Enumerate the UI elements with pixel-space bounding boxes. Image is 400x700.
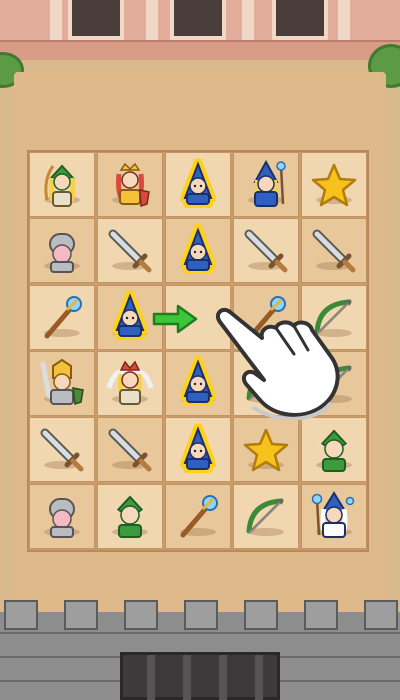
iron-sword-icon [244,229,288,273]
castle-pillar [242,0,254,44]
board-cell-r4-c2[interactable] [165,417,231,483]
blue-wizard-icon [183,160,213,205]
blue-sorcerer-hero-icon [253,159,286,207]
castle-pillar [50,0,62,44]
castle-facade [0,0,400,60]
archer-elf-hero-icon [44,164,76,207]
board-cell-r1-c4[interactable] [301,218,367,284]
iron-sword-icon [108,229,152,273]
board-cell-r1-c2[interactable] [165,218,231,284]
blue-wizard-icon [183,227,213,271]
board-cell-r3-c1[interactable] [97,350,163,416]
warrior-knight-hero-icon [40,359,84,406]
board-cell-r4-c1[interactable] [97,417,163,483]
board-cell-r2-c0[interactable] [29,284,95,350]
archmage-hero-icon [311,491,355,539]
board-cell-r4-c0[interactable] [29,417,95,483]
merlon [4,600,38,630]
paladin-queen-hero-icon [116,162,150,207]
board-cell-r0-c4[interactable] [301,152,367,217]
knight-helmet-icon [49,232,75,273]
castle-pillar [146,0,158,44]
castle-pillar [338,0,350,44]
board-cell-r5-c1[interactable] [97,483,163,549]
green-arrow-right-icon [152,304,198,334]
board-cell-r4-c3[interactable] [233,417,299,483]
castle-window [170,0,226,40]
iron-sword-icon [312,229,356,273]
magic-staff-icon [180,495,218,538]
board-cell-r1-c1[interactable] [97,218,163,284]
valkyrie-hero-icon [106,361,154,406]
board-cell-r4-c4[interactable] [301,417,367,483]
knight-helmet-icon [49,498,75,539]
merlon [184,600,218,630]
bow-crossbow-icon [246,498,284,534]
board-cell-r5-c0[interactable] [29,483,95,549]
board-cell-r0-c3[interactable] [233,152,299,217]
elf-ranger-icon [112,495,148,539]
elf-ranger-icon [316,429,352,472]
merlon [64,600,98,630]
blue-wizard-icon [183,426,213,470]
board-cell-r5-c3[interactable] [233,483,299,549]
board-cell-r5-c2[interactable] [165,483,231,549]
board-cell-r5-c4[interactable] [301,483,367,549]
board-cell-r3-c0[interactable] [29,350,95,416]
pointing-hand-icon [215,307,340,420]
board-cell-r0-c1[interactable] [97,152,163,217]
merlon [364,600,398,630]
merlon [124,600,158,630]
blue-wizard-icon [115,293,145,338]
board-cell-r1-c3[interactable] [233,218,299,284]
merlon [304,600,338,630]
magic-staff-icon [44,296,82,339]
board-cell-r0-c2[interactable] [165,152,231,217]
merlon [244,600,278,630]
castle-gate [120,652,280,700]
board-cell-r1-c0[interactable] [29,218,95,284]
castle-window [272,0,328,40]
iron-sword-icon [40,428,84,472]
castle-window [68,0,124,40]
castle-ledge [0,40,400,60]
gold-star-icon [311,163,357,206]
iron-sword-icon [108,428,152,472]
board-cell-r0-c0[interactable] [29,152,95,217]
gold-star-icon [243,428,289,472]
